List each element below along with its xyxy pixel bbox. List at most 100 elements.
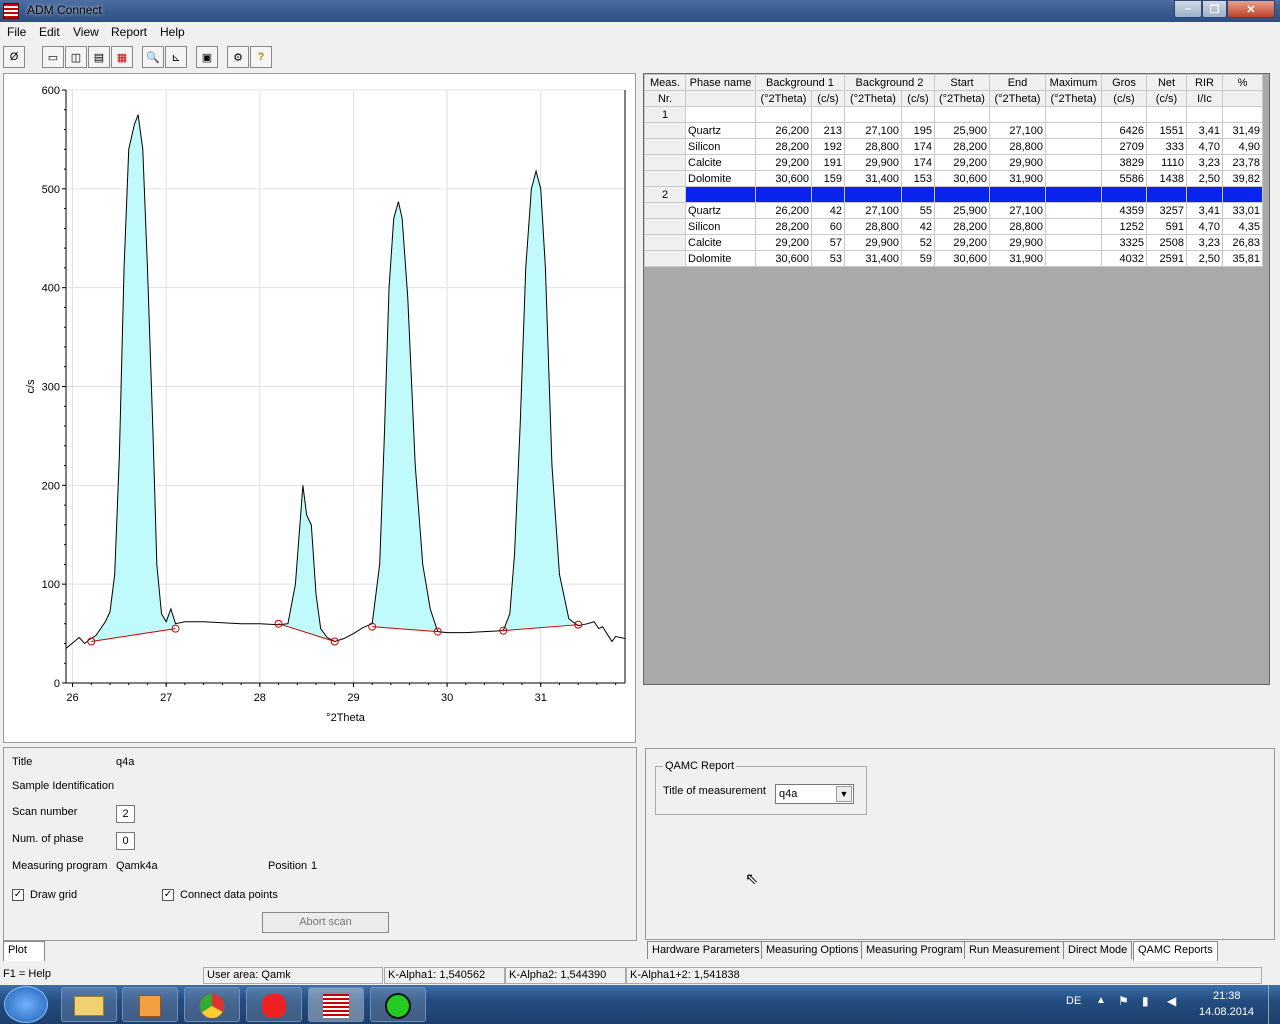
show-desktop-button[interactable]	[1268, 985, 1280, 1024]
phase-row[interactable]: Quartz 26,200 42 27,100 55 25,900 27,100 4359 32…	[644, 202, 1263, 219]
tab-run-measurement[interactable]: Run Measurement	[964, 941, 1065, 959]
network-icon[interactable]: ▮	[1142, 994, 1149, 1008]
phase-row[interactable]: Quartz 26,200 213 27,100 195 25,900 27,100 6426…	[644, 122, 1263, 139]
flag-icon[interactable]: ⚑	[1118, 994, 1129, 1008]
tab-hardware-parameters[interactable]: Hardware Parameters	[647, 941, 765, 959]
tab-qamc-reports[interactable]: QAMC Reports	[1133, 941, 1218, 961]
help-icon[interactable]: ?	[250, 46, 272, 68]
phase-row[interactable]: Dolomite 30,600 53 31,400 59 30,600 31,900 4032…	[644, 250, 1263, 267]
table-cell: 4,70	[1186, 138, 1223, 155]
title-value: q4a	[116, 756, 135, 768]
table-cell: 25,900	[934, 122, 990, 139]
x-tick-label: 31	[535, 692, 547, 704]
tab-direct-mode[interactable]: Direct Mode	[1063, 941, 1133, 959]
window-a-icon[interactable]: ▭	[42, 46, 64, 68]
title-of-measurement-select[interactable]: q4a ▼	[775, 784, 854, 804]
table-cell	[1045, 186, 1102, 203]
media-player-icon[interactable]	[122, 987, 178, 1022]
adm-connect-taskbar-icon[interactable]	[308, 987, 364, 1022]
phase-row[interactable]: Dolomite 30,600 159 31,400 153 30,600 31,900 55…	[644, 170, 1263, 187]
table-cell	[1222, 186, 1263, 203]
y-tick-label: 500	[42, 184, 60, 196]
table-cell	[1186, 106, 1223, 123]
num-phase-label: Num. of phase	[12, 833, 84, 845]
table-cell: 4032	[1101, 250, 1147, 267]
window-d-icon[interactable]: ▦	[111, 46, 133, 68]
phase-row[interactable]: Silicon 28,200 192 28,800 174 28,200 28,800 270…	[644, 138, 1263, 155]
measuring-program-label: Measuring program	[12, 860, 108, 872]
axis-icon[interactable]: ⊾	[165, 46, 187, 68]
menu-report[interactable]: Report	[111, 25, 147, 39]
language-indicator[interactable]: DE	[1066, 995, 1081, 1007]
table-cell: 1110	[1146, 154, 1187, 171]
table-cell	[1146, 186, 1187, 203]
minimize-button[interactable]: –	[1174, 0, 1202, 18]
connect-points-checkbox[interactable]: ✓	[162, 889, 174, 901]
menu-help[interactable]: Help	[160, 25, 185, 39]
table-cell: 1551	[1146, 122, 1187, 139]
clock-app-icon[interactable]	[370, 987, 426, 1022]
table-cell	[1045, 122, 1102, 139]
mouse-cursor-icon: ⇖	[745, 871, 759, 888]
scan-chart[interactable]: 0 100 200 300 400 500 600 26 27 28 29 30 31 °2Theta c/…	[4, 74, 637, 744]
clock-time[interactable]: 21:38	[1213, 990, 1241, 1002]
phase-row[interactable]: Calcite 29,200 57 29,900 52 29,200 29,900 3325 2…	[644, 234, 1263, 251]
disconnect-icon[interactable]: Ø	[3, 46, 25, 68]
results-grid: Meas. Phase name Background 1 Background 2S…	[643, 73, 1270, 685]
draw-grid-checkbox[interactable]: ✓	[12, 889, 24, 901]
phase-row[interactable]: Calcite 29,200 191 29,900 174 29,200 29,900 382…	[644, 154, 1263, 171]
position-label: Position	[268, 860, 308, 872]
x-tick-label: 26	[66, 692, 78, 704]
clock-date[interactable]: 14.08.2014	[1199, 1006, 1254, 1018]
table-cell: 26,200	[755, 202, 812, 219]
start-button[interactable]	[4, 986, 48, 1023]
splat-app-icon[interactable]	[246, 987, 302, 1022]
table-cell	[901, 186, 935, 203]
tab-measuring-options[interactable]: Measuring Options	[761, 941, 864, 959]
num-phase-field[interactable]: 0	[116, 832, 135, 850]
table-cell	[1045, 218, 1102, 235]
y-tick-label: 300	[42, 382, 60, 394]
chevron-down-icon[interactable]: ▼	[836, 786, 852, 802]
volume-icon[interactable]: ◀	[1167, 994, 1176, 1008]
table-cell: 29,200	[934, 154, 990, 171]
status-kalpha1: K-Alpha1: 1,540562	[384, 967, 505, 984]
table-cell: 29,200	[934, 234, 990, 251]
table-cell: 27,100	[844, 122, 902, 139]
window-c-icon[interactable]: ▤	[88, 46, 110, 68]
tab-measuring-program[interactable]: Measuring Program	[861, 941, 968, 959]
table-cell: 2,50	[1186, 170, 1223, 187]
table-cell: 25,900	[934, 202, 990, 219]
menu-view[interactable]: View	[73, 25, 99, 39]
explorer-icon[interactable]	[61, 987, 117, 1022]
chrome-icon[interactable]	[184, 987, 240, 1022]
maximize-button[interactable]: ❐	[1202, 0, 1227, 18]
results-table: Meas. Phase name Background 1 Background 2S…	[644, 74, 1263, 267]
close-button[interactable]: ✕	[1227, 0, 1275, 18]
settings-icon[interactable]: ⚙	[227, 46, 249, 68]
table-header-row-units[interactable]: Nr. (°2Theta) (c/s) (°2Theta) (c/s) (°2Theta)…	[644, 90, 1263, 107]
scan-number-field[interactable]: 2	[116, 805, 135, 823]
title-bar: ADM Connect – ❐ ✕	[0, 0, 1280, 22]
table-cell: (°2Theta)	[1045, 90, 1102, 107]
measurement-row[interactable]: 1	[644, 106, 1263, 123]
table-cell	[1045, 250, 1102, 267]
clipboard-icon[interactable]: ▣	[196, 46, 218, 68]
table-header-row[interactable]: Meas. Phase name Background 1 Background 2S…	[644, 74, 1263, 91]
menu-file[interactable]: File	[7, 25, 26, 39]
phase-row[interactable]: Silicon 28,200 60 28,800 42 28,200 28,800 1252 5…	[644, 218, 1263, 235]
table-cell: 333	[1146, 138, 1187, 155]
table-cell: 28,800	[844, 138, 902, 155]
zoom-icon[interactable]: 🔍	[142, 46, 164, 68]
table-cell: 2508	[1146, 234, 1187, 251]
table-cell: 42	[901, 218, 935, 235]
window-b-icon[interactable]: ◫	[65, 46, 87, 68]
show-hidden-icons-icon[interactable]: ▲	[1096, 995, 1106, 1006]
x-tick-label: 30	[441, 692, 453, 704]
measurement-row[interactable]: 2	[644, 186, 1263, 203]
tab-plot[interactable]: Plot	[3, 941, 45, 961]
abort-scan-button[interactable]: Abort scan	[262, 912, 389, 933]
menu-edit[interactable]: Edit	[39, 25, 60, 39]
table-cell: 2,50	[1186, 250, 1223, 267]
table-cell: Start	[934, 74, 990, 91]
